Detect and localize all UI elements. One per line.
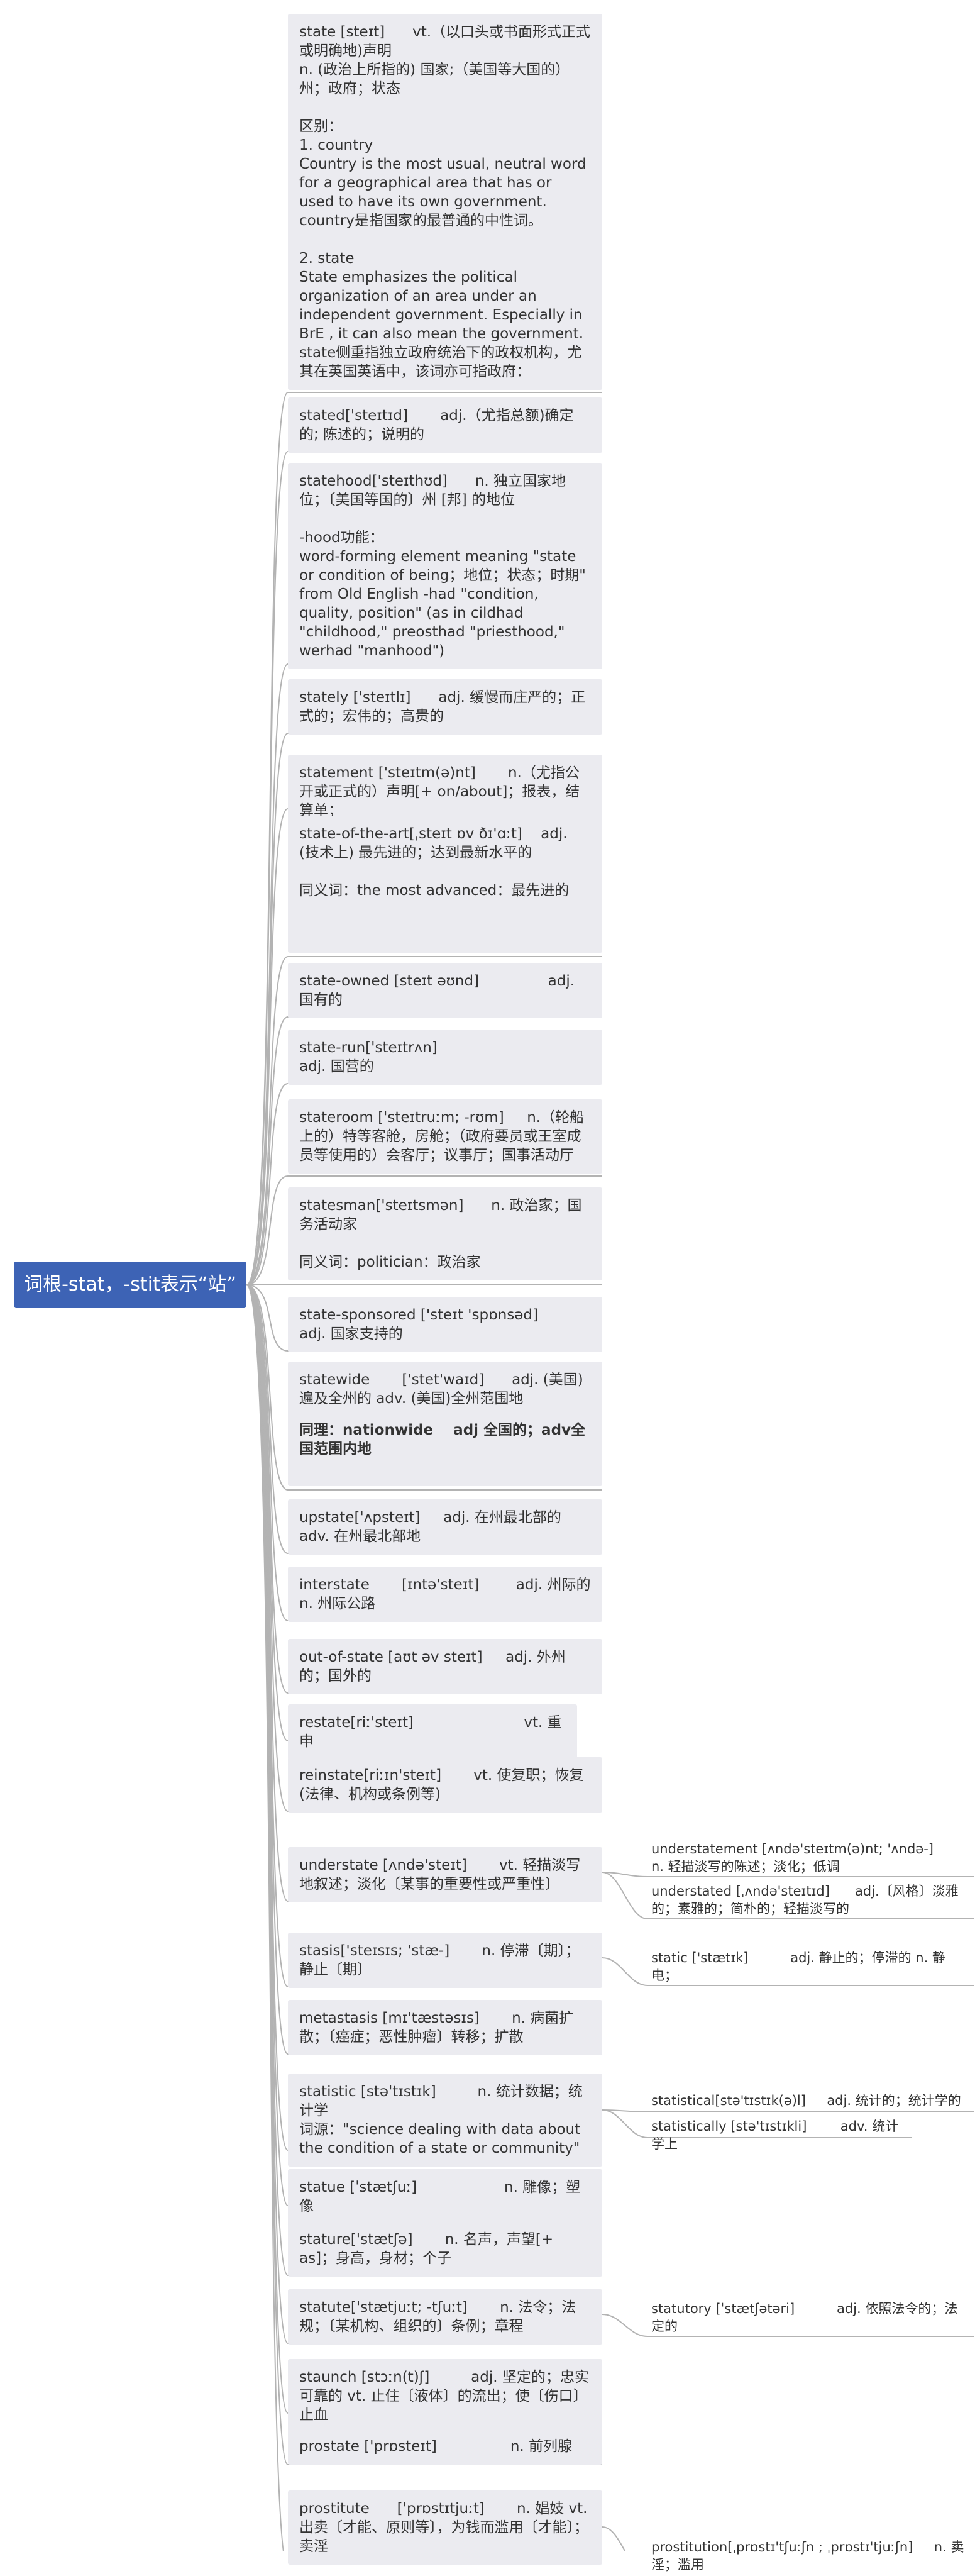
node-text: interstate [ɪntə'steɪt] adj. 州际的 n. 州际公路 [299,1577,595,1612]
connector-line [246,1284,289,1741]
node-text: understate [ʌndə'steɪt] vt. 轻描淡写地叙述；淡化〔某… [299,1857,581,1892]
node-restate[interactable]: restate[riː'steɪt] vt. 重申 [288,1704,577,1760]
node-text: statute['stætjuːt; -tʃuːt] n. 法令；法规；〔某机构… [299,2299,576,2334]
node-text: staunch [stɔːn(t)ʃ] adj. 坚定的；忠实可靠的 vt. 止… [299,2369,589,2423]
node-statute[interactable]: statute['stætjuːt; -tʃuːt] n. 法令；法规；〔某机构… [288,2289,602,2345]
connector-line [246,956,289,1285]
connector-line [246,663,289,1285]
connector-line [602,2109,648,2138]
node-text: reinstate[riːɪn'steɪt] vt. 使复职；恢复 (法律、机构… [299,1767,588,1802]
connector-line [602,2526,626,2551]
node-statesman[interactable]: statesman['steɪtsmən] n. 政治家；国务活动家 同义词：p… [288,1187,602,1280]
node-text: stateroom ['steɪtruːm; -rʊm] n.（轮船上的）特等客… [299,1109,585,1163]
subnode-statistically[interactable]: statistically [stə'tɪstɪkli] adv. 统计学上 [647,2115,912,2155]
connector-line [246,1083,289,1285]
subnode-statutory[interactable]: statutory [ˈstætʃətəri] adj. 依照法令的；法定的 [647,2297,974,2338]
node-text: statement ['steɪtm(ə)nt] n.（尤指公开或正式的）声明[… [299,765,580,819]
connector-line [602,2109,648,2112]
connector-line [246,1284,289,1987]
node-text: stasis['steɪsɪs; 'stæ-] n. 停滞〔期〕；静止〔期〕 [299,1943,580,1978]
node-text: stature['stætʃə] n. 名声，声望[+ as]；身高，身材；个子 [299,2231,558,2267]
node-text: state-of-the-art[ˌsteɪt ɒv ðɪ'ɑːt] adj. … [299,826,570,899]
node-text: prostate ['prɒsteɪt] n. 前列腺 [299,2438,573,2455]
node-prostate[interactable]: prostate ['prɒsteɪt] n. 前列腺 [288,2428,602,2465]
connector-line [246,451,289,1285]
node-text: statistic [stə'tɪstɪk] n. 统计数据；统计学 词源："s… [299,2084,583,2157]
subnode-statistical[interactable]: statistical[stə'tɪstɪk(ə)l] adj. 统计的；统计学… [647,2089,974,2112]
node-prostitute[interactable]: prostitute ['prɒstɪtjuːt] n. 娼妓 vt. 出卖〔才… [288,2490,602,2565]
node-text: statewide ['stet'waɪd] adj. (美国)遍及全州的 ad… [299,1372,583,1407]
node-text: state [steɪt] vt.（以口头或书面形式正式或明确地)声明 n. (… [299,24,591,380]
node-statehood[interactable]: statehood['steɪthʊd] n. 独立国家地位；〔美国等国的〕州 … [288,463,602,669]
node-stature[interactable]: stature['stætʃə] n. 名声，声望[+ as]；身高，身材；个子 [288,2221,602,2277]
node-statewide[interactable]: statewide ['stet'waɪd] adj. (美国)遍及全州的 ad… [288,1362,602,1486]
node-statue[interactable]: statue [ˈstætʃuː] n. 雕像；塑像 [288,2169,602,2224]
connector-line [246,1016,289,1285]
connector-line [602,2314,648,2337]
node-staterun[interactable]: state-run['steɪtrʌn] adj. 国营的 [288,1030,602,1085]
connector-line [246,1284,289,2344]
connector-line [246,1284,289,1554]
node-outofstate[interactable]: out-of-state [aʊt əv steɪt] adj. 外州的；国外的 [288,1639,602,1694]
node-text: prostitute ['prɒstɪtjuːt] n. 娼妓 vt. 出卖〔才… [299,2501,592,2555]
connector-line [602,1957,648,1986]
subnode-understated[interactable]: understated [ˌʌndə'steɪtɪd] adj.〔风格〕淡雅的；… [647,1880,974,1920]
node-text: restate[riː'steɪt] vt. 重申 [299,1714,562,1750]
connector-line [246,1284,289,1285]
connector-line [602,1872,648,1919]
connector-line [246,1175,289,1285]
connector-line [246,1284,284,2551]
node-understate[interactable]: understate [ʌndə'steɪt] vt. 轻描淡写地叙述；淡化〔某… [288,1847,602,1902]
node-text: state-sponsored ['steɪt 'spɒnsəd] adj. 国… [299,1307,575,1342]
node-text: stated['steɪtɪd] adj.（尤指总额)确定的; 陈述的；说明的 [299,408,574,443]
node-text: stately ['steɪtlɪ] adj. 缓慢而庄严的；正式的；宏伟的；高… [299,689,586,724]
connector-line [602,1872,648,1877]
subnode-understatement[interactable]: understatement [ʌndə'steɪtm(ə)nt; 'ʌndə-… [647,1838,974,1878]
connector-line [246,1284,289,1621]
node-text: metastasis [mɪ'tæstəsɪs] n. 病菌扩散；〔癌症；恶性肿… [299,2010,574,2045]
connector-line [246,1284,289,2151]
node-statesponsored[interactable]: state-sponsored ['steɪt 'spɒnsəd] adj. 国… [288,1297,602,1352]
node-stateowned[interactable]: state-owned [steɪt əʊnd] adj. 国有的 [288,963,602,1018]
subnode-prostitution[interactable]: prostitution[ˌprɒstɪ'tʃuːʃn ; ˌprɒstɪ'tj… [647,2536,974,2576]
connector-line [246,1284,289,2276]
node-stateroom[interactable]: stateroom ['steɪtruːm; -rʊm] n.（轮船上的）特等客… [288,1099,602,1174]
connector-line [246,1284,289,2465]
node-staunch[interactable]: staunch [stɔːn(t)ʃ] adj. 坚定的；忠实可靠的 vt. 止… [288,2359,602,2433]
connector-line [246,1284,289,1352]
node-stated[interactable]: stated['steɪtɪd] adj.（尤指总额)确定的; 陈述的；说明的 [288,397,602,453]
connector-line [246,1284,289,2055]
connector-line [246,808,289,1285]
connector-line [246,1284,289,2206]
node-bold-note: 同理：nationwide adj 全国的；adv全国范围内地 [299,1422,586,1457]
node-text: statue [ˈstætʃuː] n. 雕像；塑像 [299,2179,581,2214]
node-text: upstate['ʌpsteɪt] adj. 在州最北部的 adv. 在州最北部… [299,1509,566,1545]
node-stasis[interactable]: stasis['steɪsɪs; 'stæ-] n. 停滞〔期〕；静止〔期〕 [288,1933,602,1988]
connector-line [246,733,289,1285]
node-reinstate[interactable]: reinstate[riːɪn'steɪt] vt. 使复职；恢复 (法律、机构… [288,1757,602,1813]
connector-line [246,1284,289,1491]
node-text: state-run['steɪtrʌn] adj. 国营的 [299,1040,576,1075]
node-stately[interactable]: stately ['steɪtlɪ] adj. 缓慢而庄严的；正式的；宏伟的；高… [288,679,602,735]
connector-line [246,392,289,1285]
subnode-static[interactable]: static ['stætɪk] adj. 静止的；停滞的 n. 静电； [647,1946,974,1987]
node-state[interactable]: state [steɪt] vt.（以口头或书面形式正式或明确地)声明 n. (… [288,14,602,390]
node-text: statehood['steɪthʊd] n. 独立国家地位；〔美国等国的〕州 … [299,473,586,659]
node-interstate[interactable]: interstate [ɪntə'steɪt] adj. 州际的 n. 州际公路 [288,1567,602,1622]
connector-line [246,1284,289,1812]
connector-line [246,1284,289,2414]
node-stateoftheart[interactable]: state-of-the-art[ˌsteɪt ɒv ðɪ'ɑːt] adj. … [288,816,602,953]
node-text: state-owned [steɪt əʊnd] adj. 国有的 [299,973,580,1008]
connector-line [246,1284,289,1694]
node-text: statesman['steɪtsmən] n. 政治家；国务活动家 同义词：p… [299,1197,582,1270]
mindmap-canvas: 词根-stat，-stit表示“站” state [steɪt] vt.（以口头… [0,0,975,2572]
connector-line [246,1284,289,1902]
node-text: out-of-state [aʊt əv steɪt] adj. 外州的；国外的 [299,1649,566,1684]
node-upstate[interactable]: upstate['ʌpsteɪt] adj. 在州最北部的 adv. 在州最北部… [288,1499,602,1555]
node-statistic[interactable]: statistic [stə'tɪstɪk] n. 统计数据；统计学 词源："s… [288,2074,602,2167]
node-metastasis[interactable]: metastasis [mɪ'tæstəsɪs] n. 病菌扩散；〔癌症；恶性肿… [288,2000,602,2055]
root-node[interactable]: 词根-stat，-stit表示“站” [14,1262,246,1308]
